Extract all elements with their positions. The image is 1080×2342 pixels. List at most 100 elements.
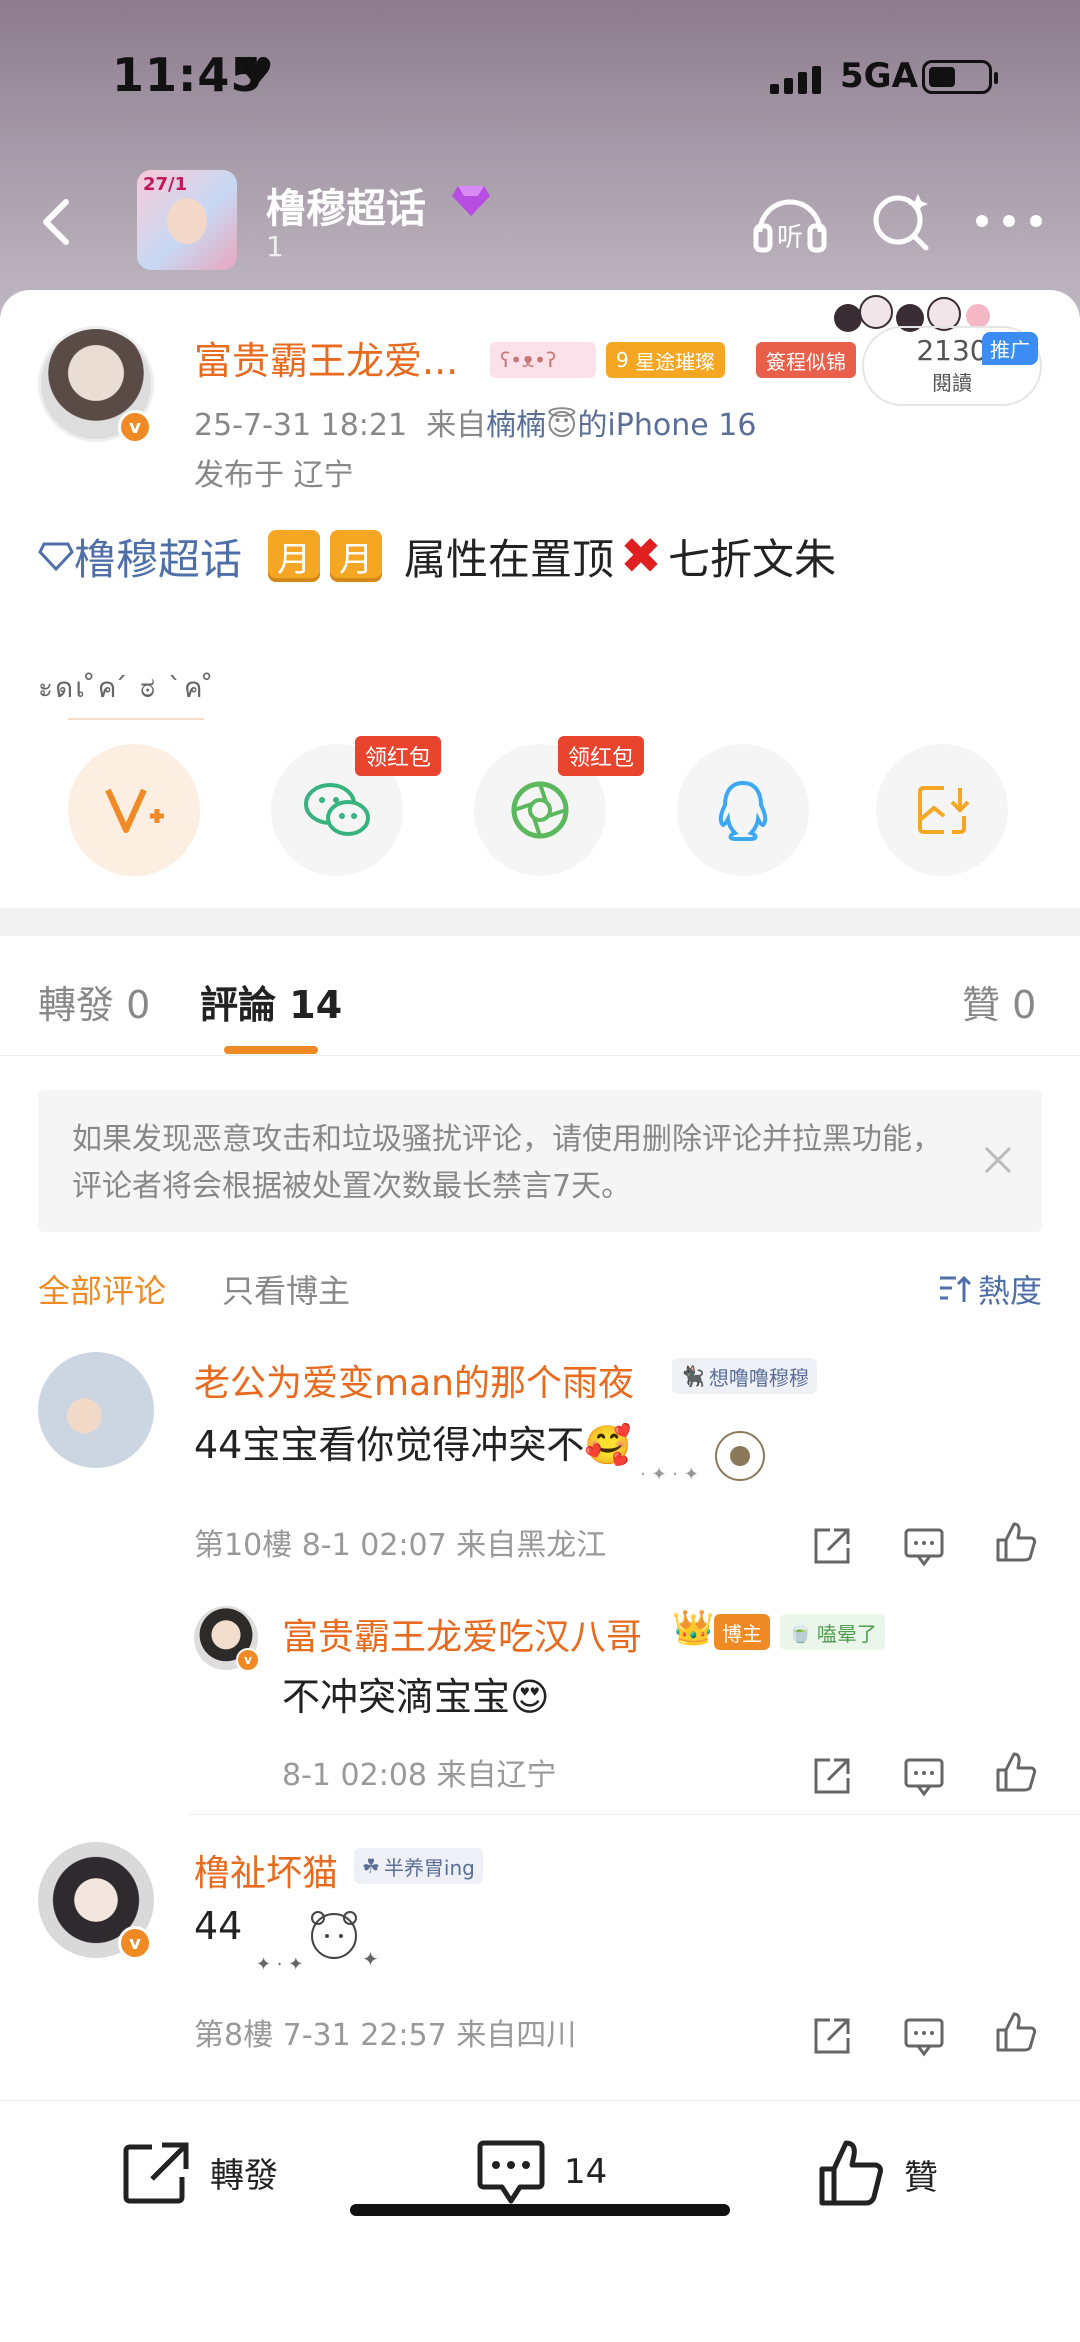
wechat-redpack-badge[interactable]: 领红包 <box>355 736 442 776</box>
tab-repost-count: 0 <box>126 983 151 1027</box>
qq-icon <box>718 780 768 841</box>
interaction-tabs: 轉發 0 評論 14 贊 0 <box>0 936 1080 1056</box>
bowl-icon: 🍵 <box>788 1620 813 1644</box>
level-number: 9 <box>616 348 629 372</box>
share-row: 领红包 领红包 <box>68 736 1008 880</box>
reply-meta: 8-1 02:08 来自辽宁 <box>282 1758 557 1793</box>
like-icon[interactable] <box>994 2010 1038 2054</box>
topic-thumbnail[interactable]: 27/1 <box>137 170 237 270</box>
close-icon[interactable] <box>982 1144 1014 1176</box>
cat-icon: 🐈‍⬛ <box>680 1364 705 1388</box>
comment-filter: 全部评论 只看博主 熱度 <box>38 1256 1042 1316</box>
moments-icon <box>511 781 569 839</box>
comment-avatar[interactable] <box>38 1352 154 1468</box>
comment-text: 44 <box>194 1904 243 1948</box>
headphones-icon[interactable]: 听 <box>752 188 828 254</box>
battery-icon <box>922 60 998 94</box>
tab-comment-label: 評論 <box>200 983 277 1027</box>
tab-repost[interactable]: 轉發 0 <box>38 974 150 1029</box>
topic-link[interactable]: 橹穆超话 <box>38 526 242 587</box>
bottom-repost-label: 轉發 <box>210 2155 278 2196</box>
filter-all-comments[interactable]: 全部评论 <box>38 1266 166 1312</box>
reply-icon[interactable] <box>902 1524 946 1568</box>
month-box-2: 月 <box>330 530 383 582</box>
reply-icon[interactable] <box>902 2014 946 2058</box>
save-image-button[interactable] <box>876 744 1008 876</box>
reply-text: 不冲突滴宝宝😍 <box>282 1666 550 1721</box>
source-name[interactable]: 楠楠 <box>486 408 546 443</box>
post-meta: 25-7-31 18:21 来自楠楠😇的iPhone 16 <box>194 400 756 444</box>
vplus-icon <box>105 788 164 833</box>
svg-text:✦: ✦ <box>362 1947 379 1971</box>
comment-fan-badge: ☘ 半养胃ing <box>354 1848 483 1884</box>
sticker-deco-icon: · ✦ · ✦ <box>640 1431 765 1485</box>
bottom-comment-count: 14 <box>564 2152 608 2192</box>
svg-text:· ✦ · ✦: · ✦ · ✦ <box>640 1464 699 1485</box>
like-icon[interactable] <box>994 1750 1038 1794</box>
share-weibo-button[interactable] <box>68 744 200 876</box>
share-icon[interactable] <box>810 1524 854 1568</box>
comment-divider <box>188 1814 1080 1815</box>
shy-emoji-icon: 🥰 <box>584 1423 632 1467</box>
red-cross-icon: ✖ <box>620 527 662 585</box>
source-device[interactable]: 的iPhone 16 <box>577 408 756 443</box>
search-icon[interactable] <box>868 188 934 254</box>
network-label: 5GA <box>840 56 918 96</box>
diamond-icon <box>452 186 490 216</box>
post-author-name[interactable]: 富贵霸王龙爱... <box>194 330 458 385</box>
reply-body: 不冲突滴宝宝 <box>282 1675 511 1719</box>
back-button[interactable] <box>28 192 88 252</box>
topic-link-label: 橹穆超话 <box>74 534 243 584</box>
verified-badge-icon: v <box>118 1926 152 1960</box>
promo-badge[interactable]: 推广 <box>982 332 1038 365</box>
notice-text: 如果发现恶意攻击和垃圾骚扰评论，请使用删除评论并拉黑功能，评论者将会根据被处置次… <box>72 1122 942 1204</box>
topic-title: 橹穆超话 <box>266 186 426 232</box>
bottom-like-button[interactable]: 贊 <box>816 2139 938 2209</box>
tab-like-count: 0 <box>1012 983 1037 1027</box>
verified-badge-icon: v <box>236 1648 260 1672</box>
share-divider <box>68 718 204 720</box>
comment-meta: 第10樓 8-1 02:07 来自黑龙江 <box>194 1528 607 1563</box>
wechat-icon <box>304 783 370 836</box>
share-icon[interactable] <box>810 2014 854 2058</box>
reply-author[interactable]: 富贵霸王龙爱吃汉八哥 <box>282 1608 642 1660</box>
tab-like-label: 贊 <box>962 983 1001 1027</box>
angel-emoji-icon: 😇 <box>546 408 578 443</box>
heart-eyes-emoji-icon: 😍 <box>510 1675 550 1719</box>
comment-badge-label: 想噜噜穆穆 <box>708 1365 809 1390</box>
reply-icon[interactable] <box>902 1754 946 1798</box>
bear-sticker-icon: ✦ · ✦ ✦ <box>256 1911 379 1975</box>
verified-badge-icon: v <box>118 410 152 444</box>
comment-author[interactable]: 老公为爱变man的那个雨夜 <box>194 1354 634 1406</box>
sort-label: 熱度 <box>977 1272 1042 1310</box>
pink-deco-icon: ʕ•ᴥ•ʔ <box>490 342 596 378</box>
more-options-button[interactable] <box>976 206 1042 236</box>
post-content: 橹穆超话 月 月 属性在置顶 ✖ 七折文朱 <box>38 526 1058 586</box>
content-end: 七折文朱 <box>667 534 836 584</box>
thumbs-up-icon <box>819 2140 883 2206</box>
moments-redpack-badge[interactable]: 领红包 <box>558 736 645 776</box>
status-bar: 11:45 ♥ 5GA <box>0 48 1080 108</box>
crown-icon: 👑 <box>672 1608 715 1648</box>
post-timestamp: 25-7-31 18:21 <box>194 408 408 443</box>
bottom-repost-button[interactable]: 轉發 <box>122 2139 278 2205</box>
share-icon[interactable] <box>810 1754 854 1798</box>
image-download-icon <box>918 786 970 834</box>
share-qq-button[interactable] <box>677 744 809 876</box>
like-icon[interactable] <box>994 1520 1038 1564</box>
comment-author[interactable]: 橹祉坏猫 <box>194 1844 338 1896</box>
comment-text: 44宝宝看你觉得冲突不🥰 <box>194 1414 632 1469</box>
tab-comments[interactable]: 評論 14 <box>200 974 342 1029</box>
topic-count: 1 <box>266 230 284 263</box>
bottom-like-label: 贊 <box>904 2157 938 2198</box>
tab-comment-count: 14 <box>289 983 343 1027</box>
tab-likes[interactable]: 贊 0 <box>962 974 1036 1029</box>
sort-button[interactable]: 熱度 <box>938 1266 1042 1312</box>
nav-bar: 27/1 橹穆超话 1 听 <box>0 170 1080 280</box>
bottom-comment-button[interactable]: 14 <box>476 2139 607 2205</box>
thumb-label: 27/1 <box>143 174 188 195</box>
filter-blogger-only[interactable]: 只看博主 <box>222 1266 350 1312</box>
svg-text:✦ · ✦: ✦ · ✦ <box>256 1954 303 1975</box>
level-badge: 9 星途璀璨 <box>606 342 726 378</box>
decorative-text: ะดเ ̊ค ́ ಠ `ค ̊ <box>38 671 216 704</box>
